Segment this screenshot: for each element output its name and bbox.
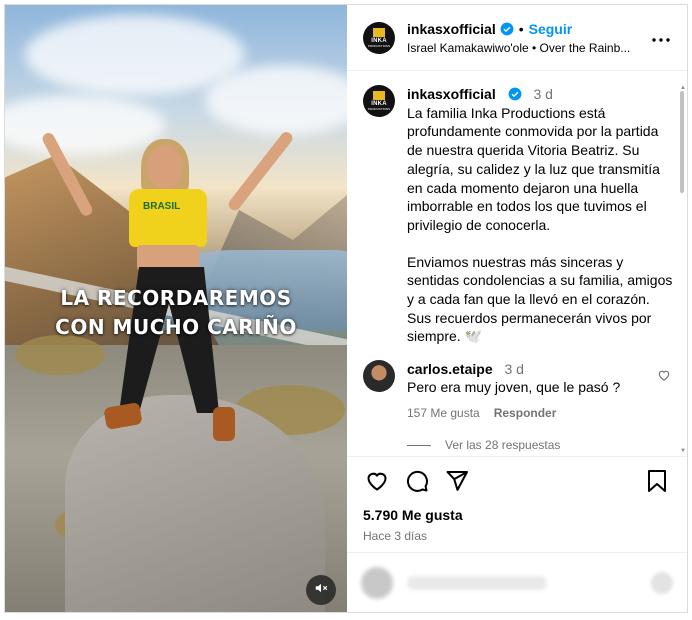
scrollbar-thumb[interactable] [680,91,684,193]
caption-username[interactable]: inkasxofficial [407,86,496,102]
comment-button[interactable] [401,467,433,499]
view-replies-button[interactable]: Ver las 28 respuestas [407,438,673,452]
more-options-button[interactable] [649,26,673,50]
user-avatar [361,566,393,599]
comment-item: carlos.etaipe 3 d Pero era muy joven, qu… [363,360,673,422]
follow-button[interactable]: Seguir [529,21,573,37]
heart-icon [365,469,389,498]
post-video[interactable]: BRASIL LA RECORDAREMOS CON MUCHO CARIÑO [5,5,347,612]
scrollbar[interactable]: ▲ ▼ [679,85,686,454]
more-icon [652,29,670,47]
logo-icon [373,91,385,100]
comment-like-button[interactable] [657,360,673,422]
share-button[interactable] [441,467,473,499]
comment-time[interactable]: 3 d [505,361,524,377]
overlay-caption-line2: CON MUCHO CARIÑO [55,315,297,339]
mute-icon [314,581,328,600]
post-date[interactable]: Hace 3 días [361,529,673,543]
logo-icon [373,27,385,37]
share-icon [445,469,469,498]
verified-icon [508,87,522,101]
save-button[interactable] [641,467,673,499]
shirt-text: BRASIL [143,201,181,212]
like-button[interactable] [361,467,393,499]
caption-avatar[interactable]: INKA PRODUCTIONS [363,85,395,117]
caption-paragraph-1: La familia Inka Productions está profund… [407,104,660,233]
avatar[interactable]: INKA PRODUCTIONS [363,21,395,54]
post-header: INKA PRODUCTIONS inkasxofficial • Seguir… [347,5,687,71]
bookmark-icon [646,469,668,498]
header-username[interactable]: inkasxofficial [407,21,496,37]
scroll-down-icon[interactable]: ▼ [680,448,686,454]
audio-link[interactable]: Israel Kamakawiwo'ole • Over the Rainb..… [407,41,641,55]
overlay-caption-line1: LA RECORDAREMOS [60,286,292,310]
add-comment-area[interactable] [347,552,687,612]
instagram-post: BRASIL LA RECORDAREMOS CON MUCHO CARIÑO … [4,4,688,613]
likes-count[interactable]: 5.790 Me gusta [361,507,673,523]
replies-divider [407,444,431,446]
comment-avatar[interactable] [363,360,395,393]
comment-text: Pero era muy joven, que le pasó ? [407,379,621,396]
mute-button[interactable] [306,575,336,605]
woman-figure: BRASIL [40,105,295,445]
comment-likes[interactable]: 157 Me gusta [407,404,480,422]
comment-username[interactable]: carlos.etaipe [407,361,493,377]
action-bar: 5.790 Me gusta Hace 3 días [347,456,687,552]
comment-input-placeholder[interactable] [407,575,547,590]
comments-section[interactable]: INKA PRODUCTIONS inkasxofficial 3 d La f… [347,71,687,456]
caption: INKA PRODUCTIONS inkasxofficial 3 d La f… [363,85,673,346]
caption-time[interactable]: 3 d [533,86,552,102]
comment-icon [405,469,429,498]
post-side-panel: INKA PRODUCTIONS inkasxofficial • Seguir… [347,5,687,612]
caption-paragraph-2: Enviamos nuestras más sinceras y sentida… [407,253,673,345]
emoji-icon[interactable] [651,571,673,594]
separator: • [518,20,524,37]
cloud [25,15,245,95]
reply-button[interactable]: Responder [494,404,557,422]
yellow-shirt [129,189,207,247]
verified-icon [500,22,514,36]
heart-icon [657,369,671,386]
